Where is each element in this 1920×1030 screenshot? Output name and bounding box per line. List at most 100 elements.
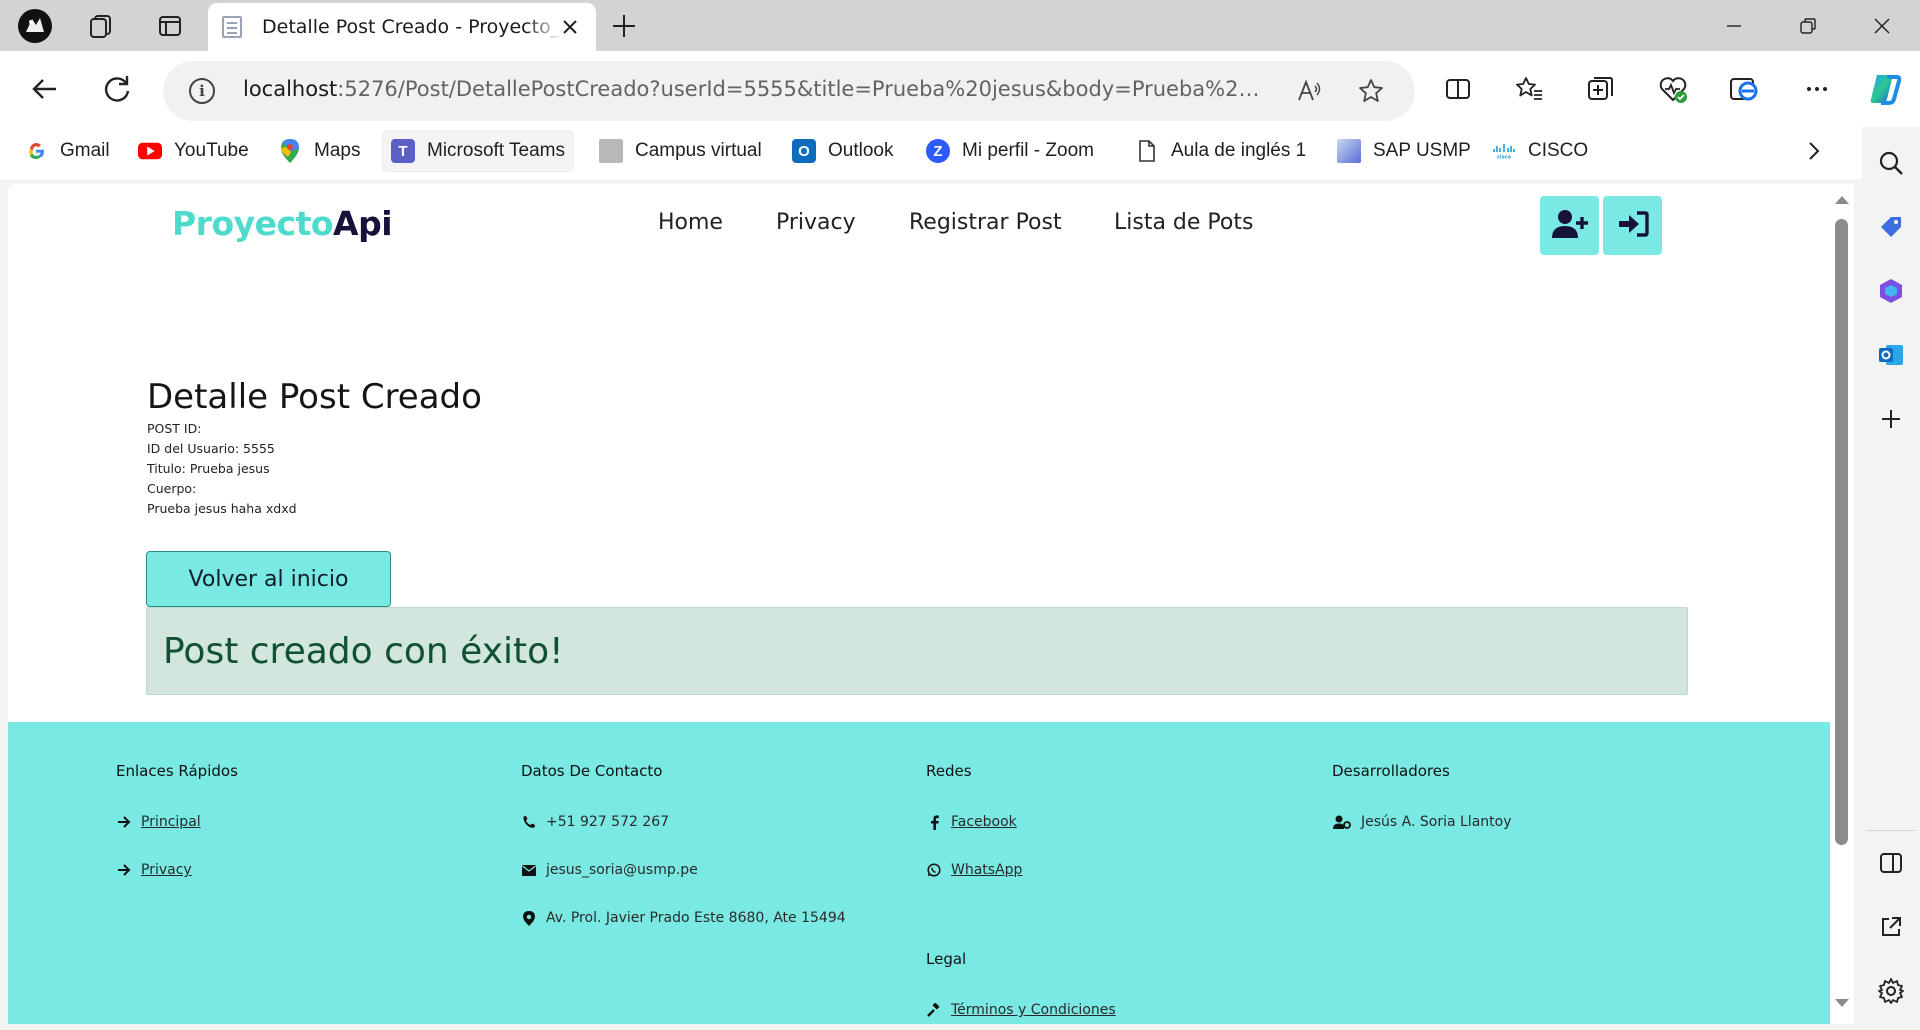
page-scrollbar[interactable] [1830, 184, 1854, 1024]
footer-address: Av. Prol. Javier Prado Este 8680, Ate 15… [521, 910, 846, 926]
tab-actions-icon[interactable] [150, 8, 190, 44]
gavel-icon [926, 1002, 942, 1018]
browser-title-bar: Detalle Post Creado - Proyecto_Api [0, 0, 1920, 51]
bookmark-zoom[interactable]: Z Mi perfil - Zoom [918, 131, 1102, 171]
bookmark-campus-virtual[interactable]: Campus virtual [591, 131, 770, 171]
bookmark-outlook[interactable]: O Outlook [784, 131, 901, 171]
nav-home[interactable]: Home [658, 210, 723, 235]
back-icon[interactable] [24, 68, 66, 110]
address-text: Av. Prol. Javier Prado Este 8680, Ate 15… [546, 910, 846, 926]
site-brand[interactable]: ProyectoApi [172, 204, 393, 243]
split-screen-icon[interactable] [1437, 68, 1479, 110]
login-button[interactable] [1603, 196, 1662, 255]
user-cog-icon [1332, 814, 1352, 830]
web-page: ProyectoApi Home Privacy Registrar Post … [8, 184, 1836, 1024]
document-icon [1135, 139, 1159, 163]
add-icon[interactable] [1875, 403, 1907, 435]
bookmark-label: YouTube [174, 140, 249, 161]
restore-icon[interactable] [1778, 6, 1838, 46]
scroll-up-icon[interactable] [1835, 196, 1849, 204]
external-link-icon[interactable] [1875, 911, 1907, 943]
footer-link-privacy[interactable]: Privacy [116, 862, 192, 878]
bookmark-label: CISCO [1528, 140, 1589, 161]
copilot-icon[interactable] [1864, 68, 1906, 110]
footer-developer: Jesús A. Soria Llantoy [1332, 814, 1512, 830]
map-marker-icon [521, 910, 537, 926]
scrollbar-thumb[interactable] [1835, 219, 1848, 845]
arrow-right-icon [116, 862, 132, 878]
close-icon[interactable] [558, 15, 582, 39]
sap-icon [1337, 139, 1361, 163]
search-icon[interactable] [1875, 147, 1907, 179]
campus-icon [599, 139, 623, 163]
workspaces-icon[interactable] [81, 8, 121, 44]
read-aloud-icon[interactable] [1293, 75, 1325, 107]
refresh-icon[interactable] [96, 68, 138, 110]
more-icon[interactable] [1796, 68, 1838, 110]
whatsapp-icon [926, 862, 942, 878]
footer-email: jesus_soria@usmp.pe [521, 862, 698, 878]
arrow-right-icon [116, 814, 132, 830]
footer-link-label: Facebook [951, 814, 1017, 830]
page-icon [222, 16, 242, 38]
bookmark-cisco[interactable]: cisco CISCO [1484, 131, 1596, 171]
favorites-icon[interactable] [1508, 68, 1550, 110]
register-user-button[interactable] [1540, 196, 1599, 255]
bookmark-gmail[interactable]: Gmail [16, 131, 118, 171]
office-icon[interactable] [1875, 275, 1907, 307]
facebook-icon [926, 814, 942, 830]
tab-title: Detalle Post Creado - Proyecto_Api [262, 16, 562, 38]
outlook-sidebar-icon[interactable] [1875, 339, 1907, 371]
brand-part-1: Proyecto [172, 204, 334, 243]
window-close-icon[interactable] [1852, 6, 1912, 46]
footer-link-whatsapp[interactable]: WhatsApp [926, 862, 1022, 878]
plus-icon[interactable] [606, 8, 642, 44]
shopping-tag-icon[interactable] [1875, 211, 1907, 243]
bookmark-youtube[interactable]: YouTube [130, 131, 257, 171]
footer-link-principal[interactable]: Principal [116, 814, 201, 830]
minimize-icon[interactable] [1704, 6, 1764, 46]
outlook-icon: O [792, 139, 816, 163]
ie-mode-icon[interactable] [1723, 68, 1765, 110]
address-bar[interactable]: i localhost:5276/Post/DetallePostCreado?… [163, 61, 1415, 121]
bookmark-aula-ingles[interactable]: Aula de inglés 1 [1127, 131, 1314, 171]
nav-privacy[interactable]: Privacy [776, 210, 856, 235]
bookmark-label: Mi perfil - Zoom [962, 140, 1094, 161]
footer-social-title: Redes [926, 762, 972, 780]
user-plus-icon [1551, 209, 1588, 243]
nav-registrar-post[interactable]: Registrar Post [909, 210, 1062, 235]
footer-developers-title: Desarrolladores [1332, 762, 1450, 780]
bookmark-label: Microsoft Teams [427, 140, 565, 161]
developer-name: Jesús A. Soria Llantoy [1361, 814, 1512, 830]
footer-phone: +51 927 572 267 [521, 814, 669, 830]
chevron-right-icon[interactable] [1795, 131, 1833, 171]
bookmark-sap-usmp[interactable]: SAP USMP [1329, 131, 1479, 171]
bookmark-label: Outlook [828, 140, 894, 161]
bookmark-label: Maps [314, 140, 361, 161]
footer-link-terms[interactable]: Términos y Condiciones [926, 1002, 1116, 1018]
browser-essentials-icon[interactable] [1652, 68, 1694, 110]
sidebar-toggle-icon[interactable] [1875, 847, 1907, 879]
sign-in-icon [1617, 210, 1649, 242]
bookmark-maps[interactable]: Maps [270, 131, 368, 171]
svg-text:cisco: cisco [1497, 155, 1512, 160]
nav-lista-de-pots[interactable]: Lista de Pots [1114, 210, 1253, 235]
footer-link-label: WhatsApp [951, 862, 1023, 878]
active-tab[interactable]: Detalle Post Creado - Proyecto_Api [208, 3, 596, 51]
brand-part-2: Api [333, 204, 393, 243]
body-label: Cuerpo: [147, 481, 197, 496]
back-to-home-button[interactable]: Volver al inicio [146, 551, 391, 607]
sidebar-divider [1866, 830, 1916, 831]
site-footer: Enlaces Rápidos Principal Privacy Datos … [8, 722, 1836, 1024]
settings-icon[interactable] [1875, 975, 1907, 1007]
collections-icon[interactable] [1580, 68, 1622, 110]
footer-link-facebook[interactable]: Facebook [926, 814, 1017, 830]
bookmark-microsoft-teams[interactable]: T Microsoft Teams [383, 131, 573, 171]
info-icon[interactable]: i [189, 78, 215, 104]
url-text[interactable]: localhost:5276/Post/DetallePostCreado?us… [243, 77, 1263, 101]
favorite-icon[interactable] [1355, 75, 1387, 107]
scroll-down-icon[interactable] [1835, 999, 1849, 1007]
profile-icon[interactable] [15, 8, 55, 44]
cisco-icon: cisco [1492, 139, 1516, 163]
bookmarks-bar: Gmail YouTube Maps T Microsoft Teams Cam… [0, 127, 1920, 179]
